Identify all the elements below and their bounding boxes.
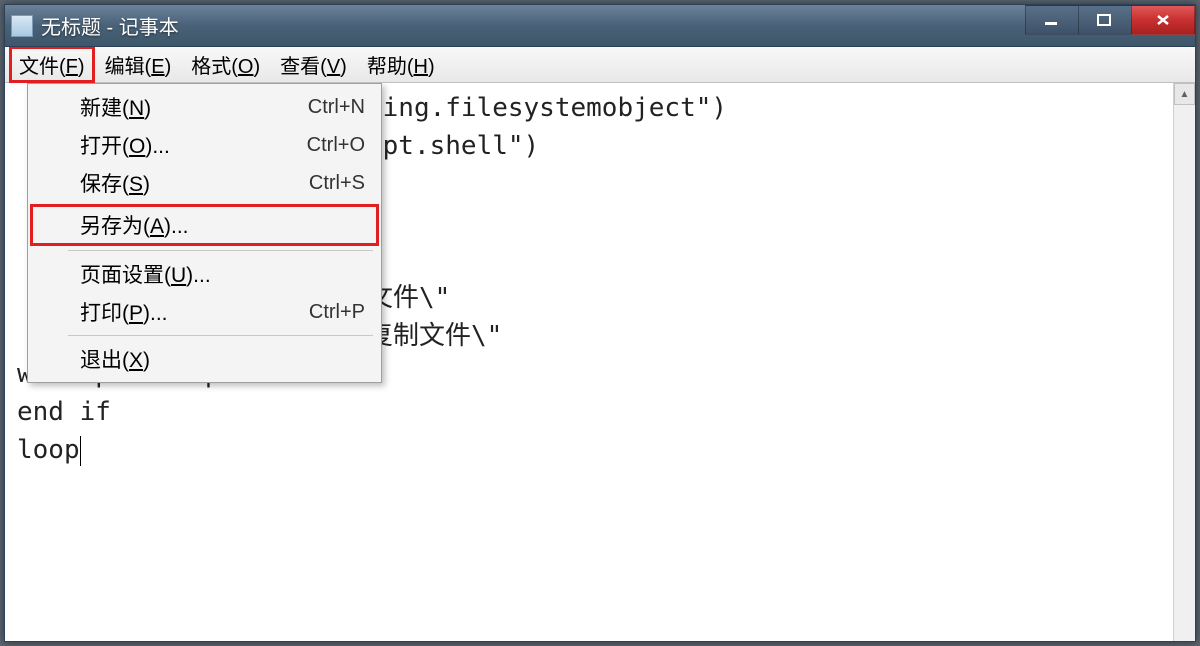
menu-item-print[interactable]: 打印(P)... Ctrl+P <box>30 293 379 331</box>
titlebar[interactable]: 无标题 - 记事本 <box>5 5 1195 47</box>
maximize-button[interactable] <box>1078 5 1132 35</box>
menu-item-open[interactable]: 打开(O)... Ctrl+O <box>30 126 379 164</box>
window-title: 无标题 - 记事本 <box>41 11 1189 40</box>
window-controls <box>1026 5 1195 37</box>
menu-item-save-as[interactable]: 另存为(A)... <box>30 204 379 246</box>
menu-separator <box>68 250 373 251</box>
menu-file[interactable]: 文件(F) <box>9 46 95 83</box>
menu-help[interactable]: 帮助(H) <box>357 46 445 83</box>
text-line: end if <box>17 397 111 427</box>
file-dropdown-menu: 新建(N) Ctrl+N 打开(O)... Ctrl+O 保存(S) Ctrl+… <box>27 83 382 383</box>
vertical-scrollbar[interactable]: ▲ <box>1173 83 1195 641</box>
minimize-button[interactable] <box>1025 5 1079 35</box>
menu-item-exit[interactable]: 退出(X) <box>30 340 379 378</box>
scroll-up-arrow[interactable]: ▲ <box>1174 83 1195 105</box>
menu-edit[interactable]: 编辑(E) <box>95 46 182 83</box>
editor-area[interactable]: ting.filesystemobject") ipt.shell") n 文件… <box>5 83 1195 641</box>
menu-separator <box>68 335 373 336</box>
notepad-window: 无标题 - 记事本 文件(F) 编辑(E) 格式(O) 查看(V) 帮助(H) <box>4 4 1196 642</box>
menubar: 文件(F) 编辑(E) 格式(O) 查看(V) 帮助(H) <box>5 47 1195 83</box>
menu-item-page-setup[interactable]: 页面设置(U)... <box>30 255 379 293</box>
menu-view[interactable]: 查看(V) <box>270 46 357 83</box>
menu-format[interactable]: 格式(O) <box>181 46 270 83</box>
menu-item-save[interactable]: 保存(S) Ctrl+S <box>30 164 379 202</box>
app-icon <box>11 15 33 37</box>
text-line: loop <box>17 435 80 465</box>
close-button[interactable] <box>1131 5 1195 35</box>
text-cursor <box>80 436 81 466</box>
menu-item-new[interactable]: 新建(N) Ctrl+N <box>30 88 379 126</box>
